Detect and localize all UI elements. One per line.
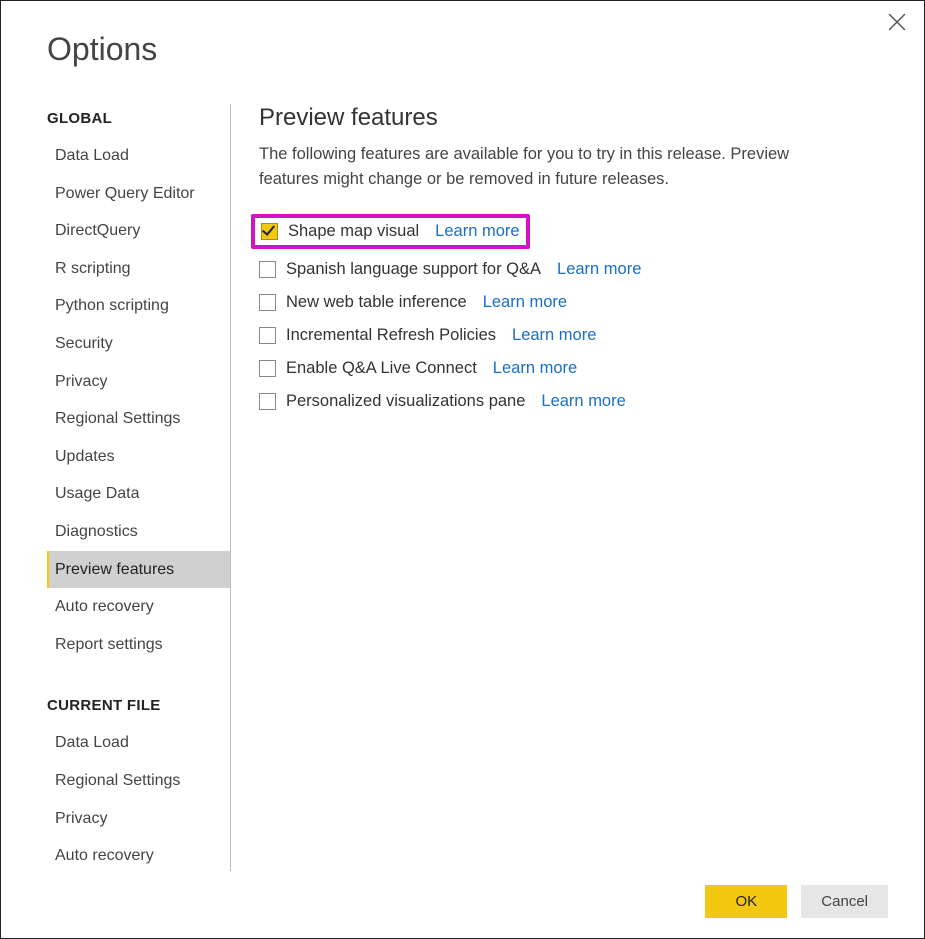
learn-more-link[interactable]: Learn more [483, 293, 567, 312]
sidebar-item-cf-data-load[interactable]: Data Load [47, 724, 230, 762]
sidebar-item-report-settings[interactable]: Report settings [47, 626, 230, 664]
feature-label: Shape map visual [288, 222, 419, 241]
sidebar-item-regional-settings[interactable]: Regional Settings [47, 400, 230, 438]
close-button[interactable] [888, 13, 908, 33]
checkbox-qna-live-connect[interactable] [259, 360, 276, 377]
sidebar: GLOBAL Data Load Power Query Editor Dire… [47, 104, 231, 871]
sidebar-item-cf-auto-recovery[interactable]: Auto recovery [47, 837, 230, 871]
feature-label: New web table inference [286, 293, 467, 312]
options-dialog: Options GLOBAL Data Load Power Query Edi… [0, 0, 925, 939]
feature-row-incremental-refresh: Incremental Refresh Policies Learn more [259, 319, 896, 352]
learn-more-link[interactable]: Learn more [512, 326, 596, 345]
learn-more-link[interactable]: Learn more [557, 260, 641, 279]
checkbox-shape-map[interactable] [261, 223, 278, 240]
sidebar-item-data-load[interactable]: Data Load [47, 137, 230, 175]
checkbox-spanish-qna[interactable] [259, 261, 276, 278]
sidebar-section-header-current-file: CURRENT FILE [47, 691, 230, 724]
dialog-content: GLOBAL Data Load Power Query Editor Dire… [1, 104, 924, 871]
sidebar-item-cf-regional-settings[interactable]: Regional Settings [47, 762, 230, 800]
dialog-title: Options [1, 1, 924, 68]
feature-label: Spanish language support for Q&A [286, 260, 541, 279]
feature-row-web-table: New web table inference Learn more [259, 286, 896, 319]
sidebar-item-usage-data[interactable]: Usage Data [47, 475, 230, 513]
sidebar-item-directquery[interactable]: DirectQuery [47, 212, 230, 250]
sidebar-item-diagnostics[interactable]: Diagnostics [47, 513, 230, 551]
learn-more-link[interactable]: Learn more [435, 222, 519, 241]
sidebar-section-header-global: GLOBAL [47, 104, 230, 137]
checkbox-web-table[interactable] [259, 294, 276, 311]
main-description: The following features are available for… [259, 142, 839, 192]
feature-label: Enable Q&A Live Connect [286, 359, 477, 378]
sidebar-item-security[interactable]: Security [47, 325, 230, 363]
sidebar-item-python-scripting[interactable]: Python scripting [47, 287, 230, 325]
feature-row-spanish-qna: Spanish language support for Q&A Learn m… [259, 253, 896, 286]
feature-row-shape-map: Shape map visual Learn more [251, 214, 530, 249]
main-heading: Preview features [259, 104, 896, 132]
feature-row-qna-live-connect: Enable Q&A Live Connect Learn more [259, 352, 896, 385]
sidebar-item-power-query-editor[interactable]: Power Query Editor [47, 175, 230, 213]
sidebar-item-auto-recovery[interactable]: Auto recovery [47, 588, 230, 626]
sidebar-item-preview-features[interactable]: Preview features [47, 551, 230, 589]
sidebar-item-r-scripting[interactable]: R scripting [47, 250, 230, 288]
dialog-footer: OK Cancel [705, 885, 888, 918]
feature-row-personalized-viz: Personalized visualizations pane Learn m… [259, 385, 896, 418]
learn-more-link[interactable]: Learn more [493, 359, 577, 378]
feature-label: Personalized visualizations pane [286, 392, 525, 411]
checkbox-incremental-refresh[interactable] [259, 327, 276, 344]
checkbox-personalized-viz[interactable] [259, 393, 276, 410]
learn-more-link[interactable]: Learn more [541, 392, 625, 411]
main-panel: Preview features The following features … [231, 104, 924, 871]
sidebar-item-updates[interactable]: Updates [47, 438, 230, 476]
sidebar-item-cf-privacy[interactable]: Privacy [47, 800, 230, 838]
sidebar-item-privacy[interactable]: Privacy [47, 363, 230, 401]
feature-label: Incremental Refresh Policies [286, 326, 496, 345]
feature-list: Shape map visual Learn more Spanish lang… [259, 214, 896, 418]
close-icon [888, 13, 906, 31]
cancel-button[interactable]: Cancel [801, 885, 888, 918]
ok-button[interactable]: OK [705, 885, 787, 918]
